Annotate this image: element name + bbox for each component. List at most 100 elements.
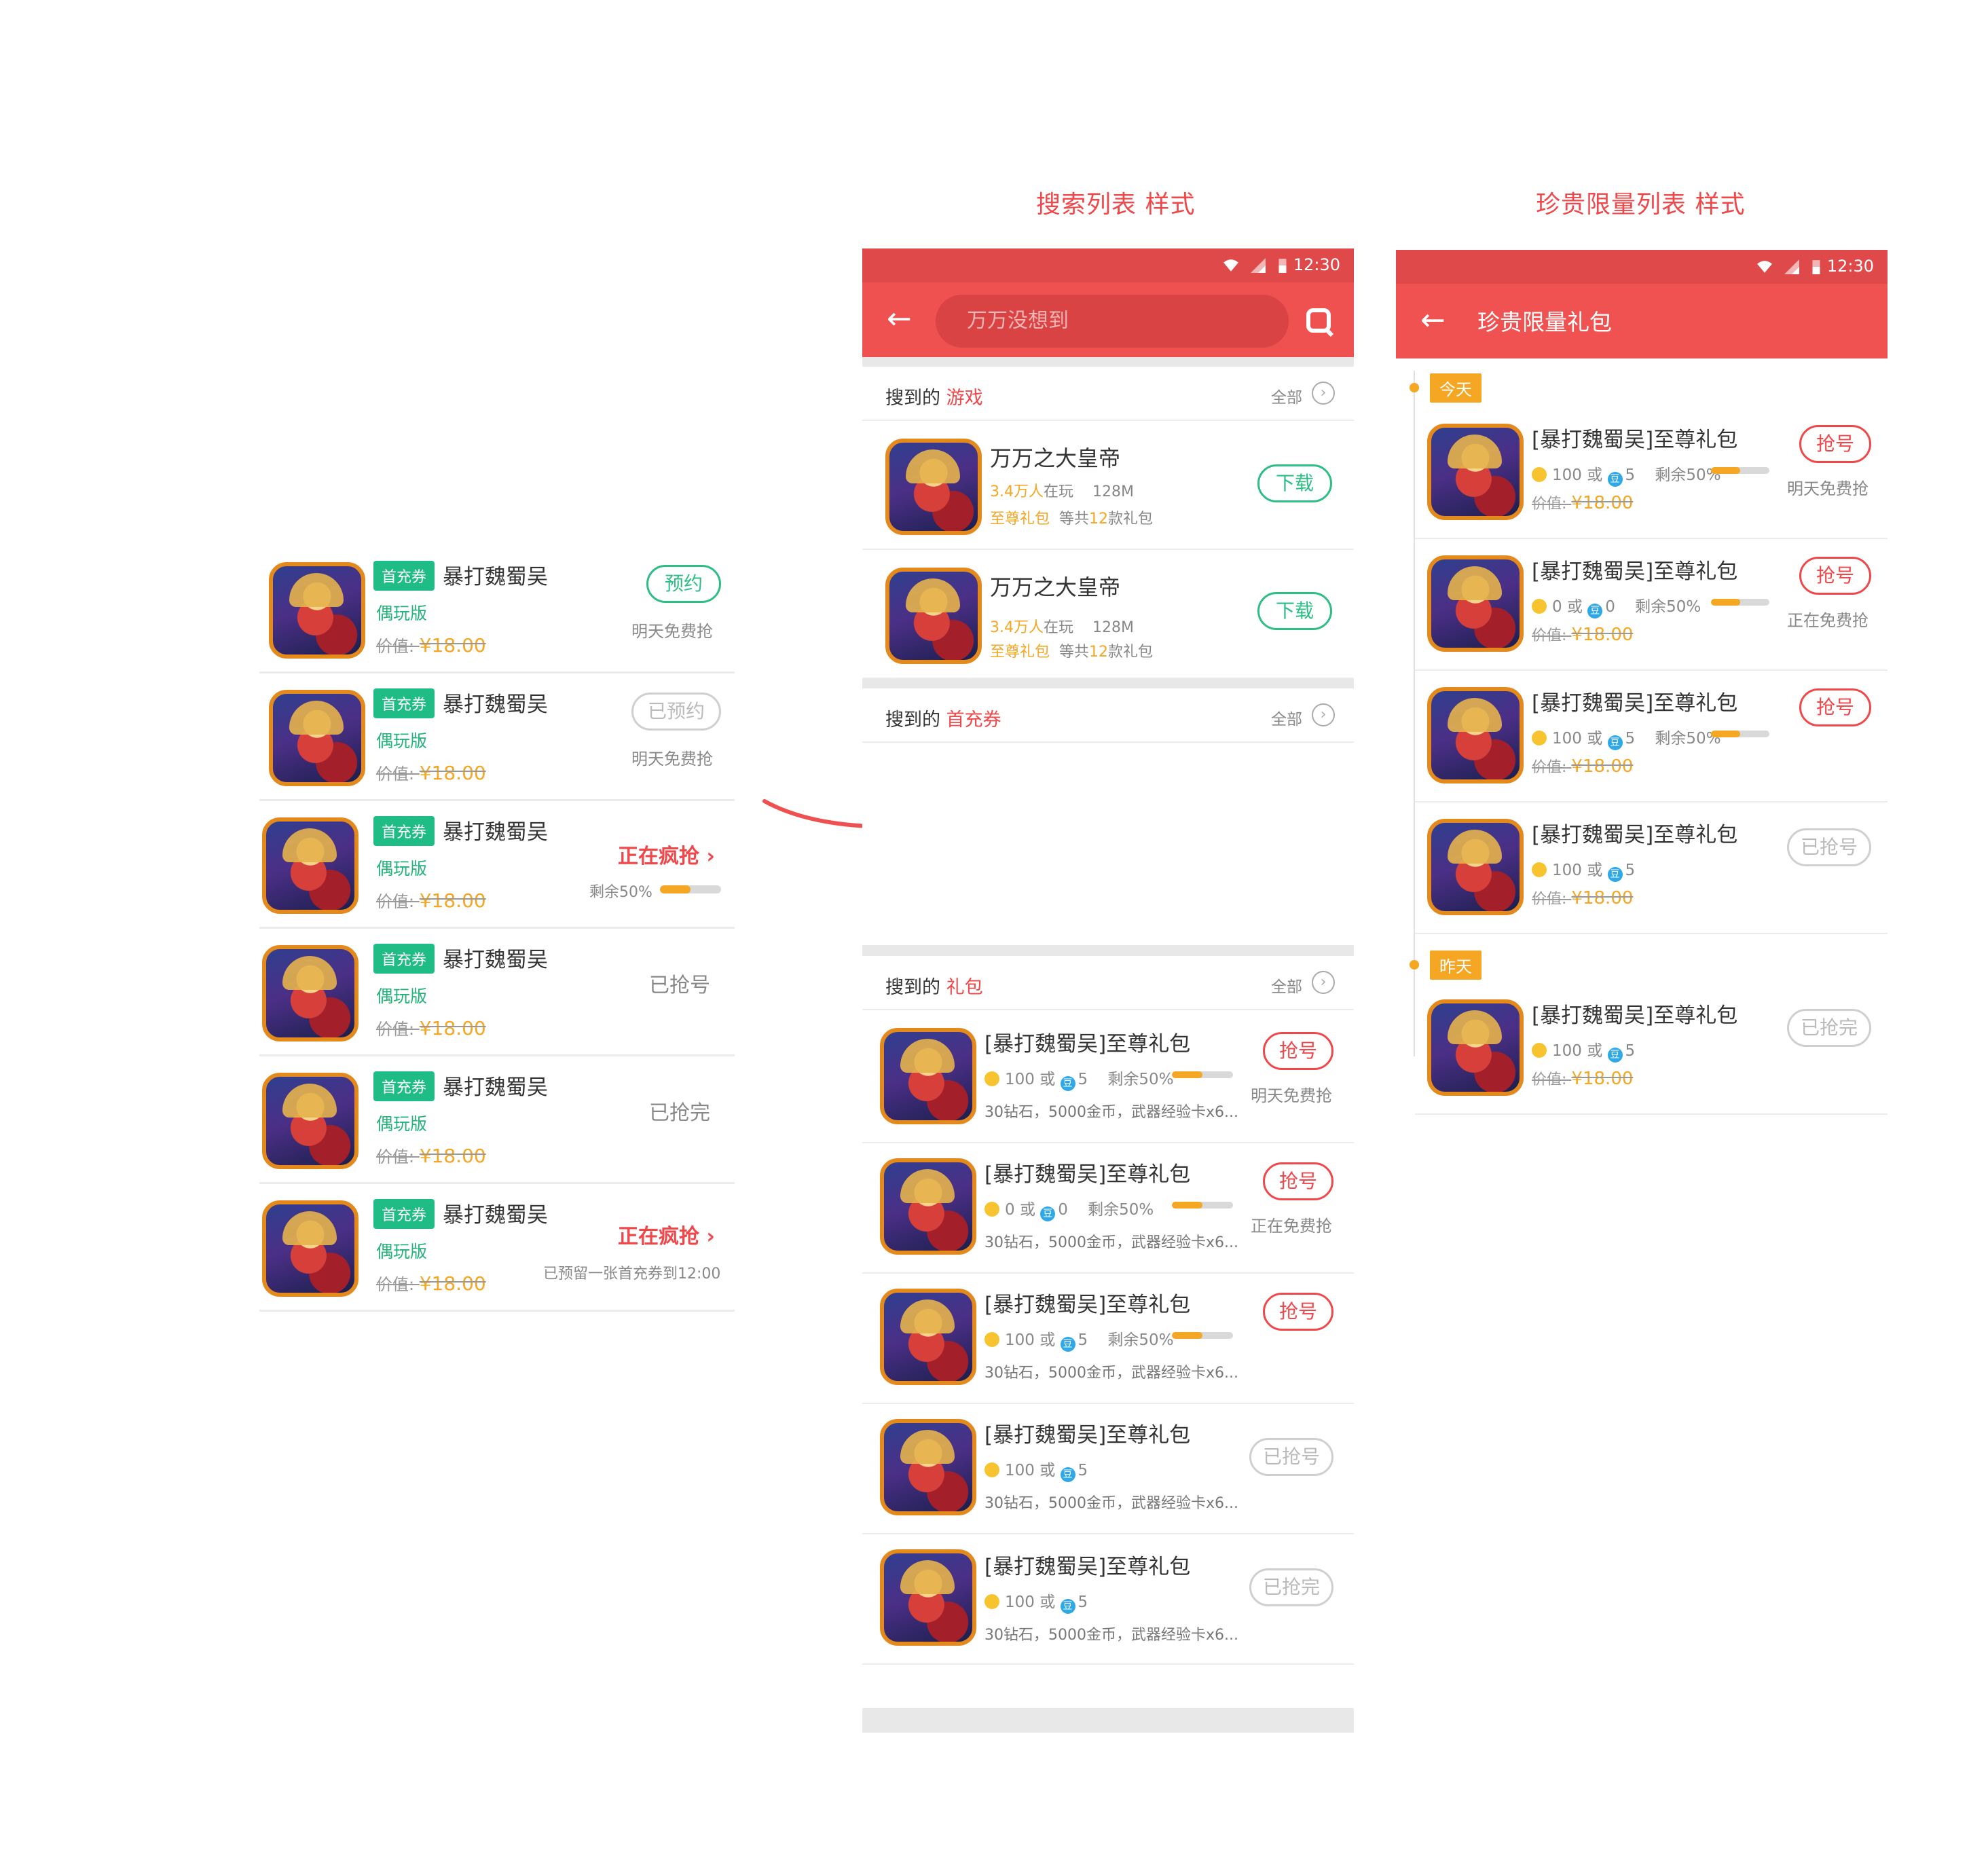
reserve-button[interactable]: 预约 <box>646 565 721 603</box>
coin-icon <box>1532 599 1547 614</box>
signal-icon <box>1784 259 1799 274</box>
games-section-header: 搜到的 游戏 全部 › <box>862 367 1354 421</box>
bean-icon: 豆 <box>1060 1467 1075 1482</box>
gift-cost: 100 或 豆5 <box>984 1589 1088 1614</box>
gift-row[interactable]: [暴打魏蜀吴]至尊礼包 100 或 豆5 30钻石，5000金币，武器经验卡x6… <box>862 1533 1354 1665</box>
game-icon <box>262 817 358 914</box>
game-name: 暴打魏蜀吴 <box>443 820 548 845</box>
sub-text: 明天免费抢 <box>1251 1086 1332 1105</box>
grabbing-link[interactable]: 正在疯抢 › <box>618 1219 715 1249</box>
gift-cost: 100 或 豆5 剩余50% <box>984 1327 1174 1352</box>
game-name: 暴打魏蜀吴 <box>443 948 548 972</box>
search-input[interactable]: 万万没想到 <box>936 295 1289 348</box>
gift-row[interactable]: [暴打魏蜀吴]至尊礼包 100 或 豆5 价值: ¥18.00 已抢完 <box>1415 983 1888 1115</box>
price: 价值: ¥18.00 <box>1532 493 1634 513</box>
sub-text: 明天免费抢 <box>631 750 713 769</box>
app-bar: ← 珍贵限量礼包 <box>1396 284 1888 358</box>
list-item[interactable]: 首充券 暴打魏蜀吴 偶玩版 价值: ¥18.00 已抢完 <box>259 1056 735 1184</box>
chevron-right-icon[interactable]: › <box>1312 382 1335 405</box>
sub-text: 明天免费抢 <box>1787 479 1869 498</box>
game-gift-info: 至尊礼包 等共12款礼包 <box>990 511 1154 528</box>
coin-icon <box>984 1332 999 1347</box>
section-title: 搜到的 首充券 <box>885 709 1001 731</box>
view-all-link[interactable]: 全部 <box>1271 384 1302 407</box>
back-arrow-icon[interactable]: ← <box>1420 306 1446 335</box>
gift-row[interactable]: [暴打魏蜀吴]至尊礼包 0 或 豆0 剩余50% 30钻石，5000金币，武器经… <box>862 1142 1354 1274</box>
gift-row[interactable]: [暴打魏蜀吴]至尊礼包 100 或 豆5 剩余50% 30钻石，5000金币，武… <box>862 1272 1354 1404</box>
coin-icon <box>1532 731 1547 745</box>
grab-button[interactable]: 抢号 <box>1263 1162 1333 1200</box>
list-item[interactable]: 首充券 暴打魏蜀吴 偶玩版 价值: ¥18.00 正在疯抢 › 剩余50% <box>259 801 735 929</box>
game-icon <box>262 1200 358 1297</box>
gift-cost: 100 或 豆5 <box>1532 1037 1635 1063</box>
gift-row[interactable]: [暴打魏蜀吴]至尊礼包 100 或 豆5 剩余50% 价值: ¥18.00 抢号… <box>1415 407 1888 539</box>
chevron-right-icon[interactable]: › <box>1312 703 1335 726</box>
section-title: 搜到的 礼包 <box>885 977 983 998</box>
grab-button[interactable]: 抢号 <box>1263 1032 1333 1070</box>
gift-name: [暴打魏蜀吴]至尊礼包 <box>1532 691 1738 716</box>
gift-name: [暴打魏蜀吴]至尊礼包 <box>1532 559 1738 584</box>
signal-icon <box>1251 258 1266 273</box>
download-button[interactable]: 下载 <box>1257 464 1332 502</box>
day-label-yesterday: 昨天 <box>1430 951 1481 980</box>
gift-name: [暴打魏蜀吴]至尊礼包 <box>984 1555 1191 1579</box>
grab-button[interactable]: 抢号 <box>1799 557 1871 595</box>
game-row[interactable]: 万万之大皇帝 3.4万人在玩 128M 至尊礼包 等共12款礼包 下载 <box>862 550 1354 679</box>
remain-progress <box>1711 599 1769 606</box>
wifi-icon <box>1757 261 1772 273</box>
game-icon <box>880 1158 976 1255</box>
gift-cost: 100 或 豆5 <box>1532 857 1635 882</box>
game-icon <box>885 568 982 664</box>
gift-row[interactable]: [暴打魏蜀吴]至尊礼包 100 或 豆5 剩余50% 价值: ¥18.00 抢号 <box>1415 671 1888 803</box>
game-name: 暴打魏蜀吴 <box>443 1075 548 1100</box>
list-item[interactable]: 首充券 暴打魏蜀吴 偶玩版 价值: ¥18.00 正在疯抢 › 已预留一张首充券… <box>259 1184 735 1312</box>
game-icon <box>1427 999 1524 1096</box>
game-row[interactable]: 万万之大皇帝 3.4万人在玩 128M 至尊礼包 等共12款礼包 下载 <box>862 421 1354 550</box>
back-arrow-icon[interactable]: ← <box>887 304 912 334</box>
gift-row[interactable]: [暴打魏蜀吴]至尊礼包 100 或 豆5 价值: ¥18.00 已抢号 <box>1415 803 1888 934</box>
grab-button[interactable]: 抢号 <box>1799 688 1871 726</box>
download-button[interactable]: 下载 <box>1257 592 1332 630</box>
gift-desc: 30钻石，5000金币，武器经验卡x6... <box>984 1234 1238 1251</box>
page-title: 珍贵限量礼包 <box>1477 309 1612 335</box>
sold-out-button[interactable]: 已抢完 <box>1787 1009 1871 1047</box>
coupon-tag: 首充券 <box>373 1199 435 1229</box>
sold-out-button[interactable]: 已抢完 <box>1249 1568 1333 1606</box>
gift-desc: 30钻石，5000金币，武器经验卡x6... <box>984 1627 1238 1644</box>
chevron-right-icon[interactable]: › <box>1312 971 1335 994</box>
reserved-button[interactable]: 已预约 <box>631 693 721 731</box>
grabbed-button[interactable]: 已抢号 <box>1249 1438 1333 1476</box>
gift-desc: 30钻石，5000金币，武器经验卡x6... <box>984 1104 1238 1121</box>
list-item[interactable]: 首充券 暴打魏蜀吴 偶玩版 价值: ¥18.00 已抢号 <box>259 929 735 1056</box>
bean-icon: 豆 <box>1607 472 1623 487</box>
view-all-link[interactable]: 全部 <box>1271 706 1302 729</box>
remain-progress <box>660 885 721 893</box>
game-icon <box>262 1073 358 1169</box>
game-icon <box>1427 687 1524 783</box>
status-bar: 12:30 <box>1396 250 1888 284</box>
gift-name: [暴打魏蜀吴]至尊礼包 <box>1532 1003 1738 1028</box>
grabbing-link[interactable]: 正在疯抢 › <box>618 839 715 869</box>
gift-row[interactable]: [暴打魏蜀吴]至尊礼包 100 或 豆5 剩余50% 30钻石，5000金币，武… <box>862 1012 1354 1143</box>
coupon-tag: 首充券 <box>373 816 435 846</box>
list-item[interactable]: 首充券 暴打魏蜀吴 偶玩版 价值: ¥18.00 已预约 明天免费抢 <box>259 674 735 801</box>
timeline-dot <box>1410 383 1419 392</box>
view-all-link[interactable]: 全部 <box>1271 974 1302 997</box>
game-name: 暴打魏蜀吴 <box>443 1203 548 1228</box>
grab-button[interactable]: 抢号 <box>1799 425 1871 463</box>
gift-row[interactable]: [暴打魏蜀吴]至尊礼包 0 或 豆0 剩余50% 价值: ¥18.00 抢号 正… <box>1415 539 1888 671</box>
gift-cost: 100 或 豆5 剩余50% <box>984 1066 1174 1091</box>
list-item[interactable]: 首充券 暴打魏蜀吴 偶玩版 价值: ¥18.00 预约 明天免费抢 <box>259 546 735 674</box>
rare-gift-screen: 12:30 ← 珍贵限量礼包 今天 [暴打魏蜀吴]至尊礼包 100 或 豆5 剩… <box>1396 250 1888 1126</box>
remain-progress <box>1711 731 1769 737</box>
gift-cost: 100 或 豆5 剩余50% <box>1532 462 1721 487</box>
price: 价值: ¥18.00 <box>376 762 486 784</box>
gift-row[interactable]: [暴打魏蜀吴]至尊礼包 100 或 豆5 30钻石，5000金币，武器经验卡x6… <box>862 1403 1354 1534</box>
remain-progress <box>1172 1332 1233 1339</box>
game-name: 暴打魏蜀吴 <box>443 693 548 717</box>
grab-button[interactable]: 抢号 <box>1263 1293 1333 1331</box>
section-title: 搜到的 游戏 <box>885 388 983 409</box>
status-text: 已抢完 <box>649 1101 710 1125</box>
search-icon[interactable] <box>1306 308 1331 333</box>
grabbed-button[interactable]: 已抢号 <box>1787 828 1871 866</box>
